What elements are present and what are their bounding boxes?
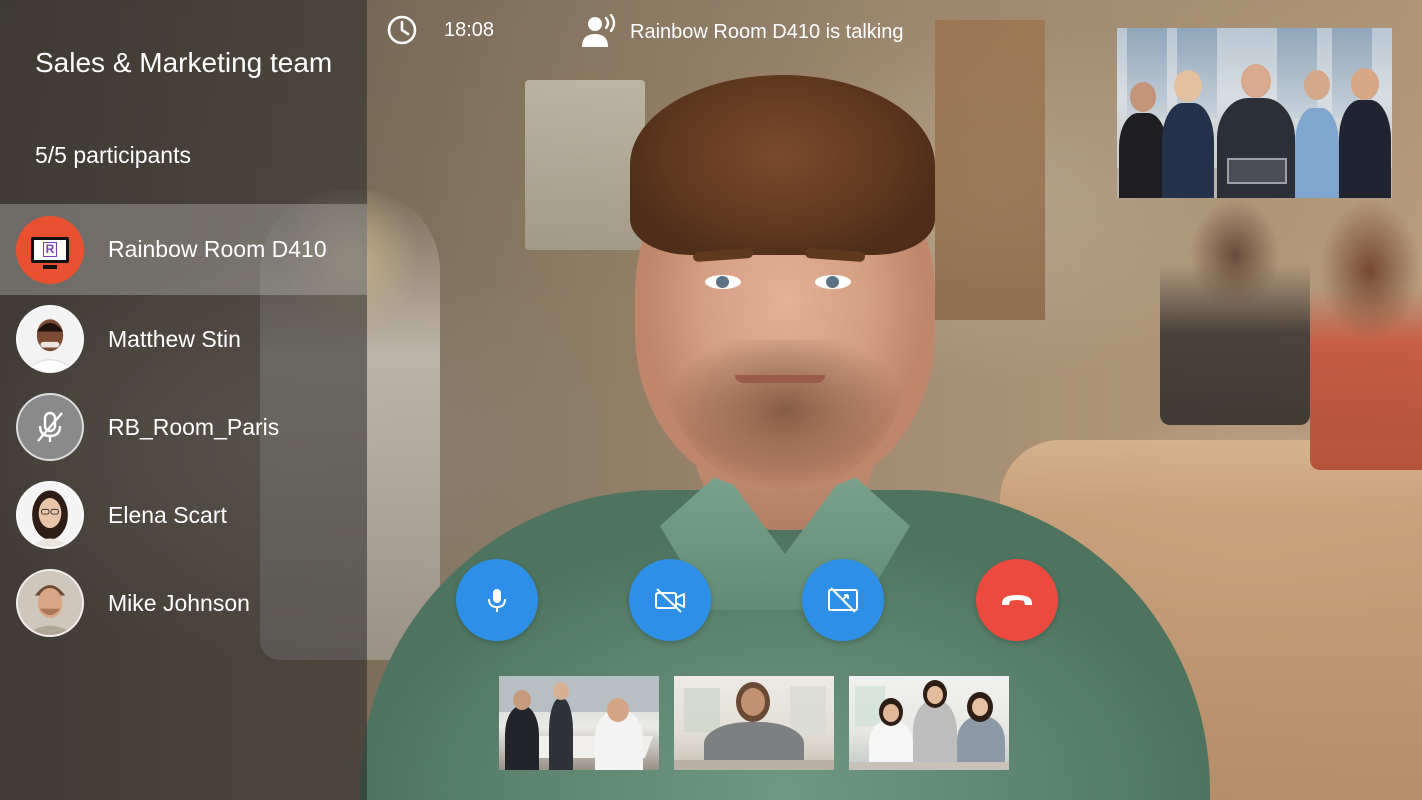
participant-video-thumbnail[interactable] bbox=[499, 676, 659, 770]
participant-elena-scart[interactable]: Elena Scart bbox=[0, 471, 367, 559]
screen-share-button[interactable] bbox=[802, 559, 884, 641]
room-logo: R bbox=[42, 242, 58, 257]
hang-up-button[interactable] bbox=[976, 559, 1058, 641]
microphone-button[interactable] bbox=[456, 559, 538, 641]
conference-title: Sales & Marketing team bbox=[35, 47, 333, 78]
participant-name: RB_Room_Paris bbox=[108, 413, 280, 440]
self-view-video[interactable] bbox=[1117, 28, 1392, 198]
participant-name: Rainbow Room D410 bbox=[108, 236, 327, 262]
speaking-icon bbox=[582, 14, 616, 47]
participant-name: Mike Johnson bbox=[108, 589, 250, 616]
clock-icon bbox=[387, 15, 417, 45]
room-tv-icon: R bbox=[16, 215, 84, 284]
participant-mike-johnson[interactable]: Mike Johnson bbox=[0, 559, 367, 647]
avatar bbox=[16, 569, 84, 637]
participant-name: Elena Scart bbox=[108, 501, 227, 528]
participant-video-thumbnail[interactable] bbox=[674, 676, 834, 770]
mic-muted-icon bbox=[16, 393, 84, 461]
participants-sidebar: Sales & Marketing team 5/5 participants … bbox=[0, 0, 367, 800]
call-time: 18:08 bbox=[444, 19, 495, 41]
participant-rb-room-paris[interactable]: RB_Room_Paris bbox=[0, 383, 367, 471]
camera-toggle-button[interactable] bbox=[629, 559, 711, 641]
participants-list: R Rainbow Room D410 Matthew Stin RB_Room… bbox=[0, 204, 367, 647]
participant-rainbow-room-d410[interactable]: R Rainbow Room D410 bbox=[0, 204, 367, 295]
screen-share-off-icon bbox=[828, 587, 858, 613]
avatar bbox=[16, 481, 84, 549]
participant-name: Matthew Stin bbox=[108, 325, 241, 352]
participant-matthew-stin[interactable]: Matthew Stin bbox=[0, 295, 367, 383]
participants-count: 5/5 participants bbox=[35, 142, 191, 168]
avatar bbox=[16, 305, 84, 373]
participant-video-thumbnail[interactable] bbox=[849, 676, 1009, 770]
hang-up-icon bbox=[1002, 595, 1032, 605]
camera-off-icon bbox=[655, 588, 685, 613]
background-person bbox=[1310, 190, 1422, 470]
active-speaker-label: Rainbow Room D410 is talking bbox=[630, 21, 904, 43]
microphone-icon bbox=[488, 589, 506, 612]
